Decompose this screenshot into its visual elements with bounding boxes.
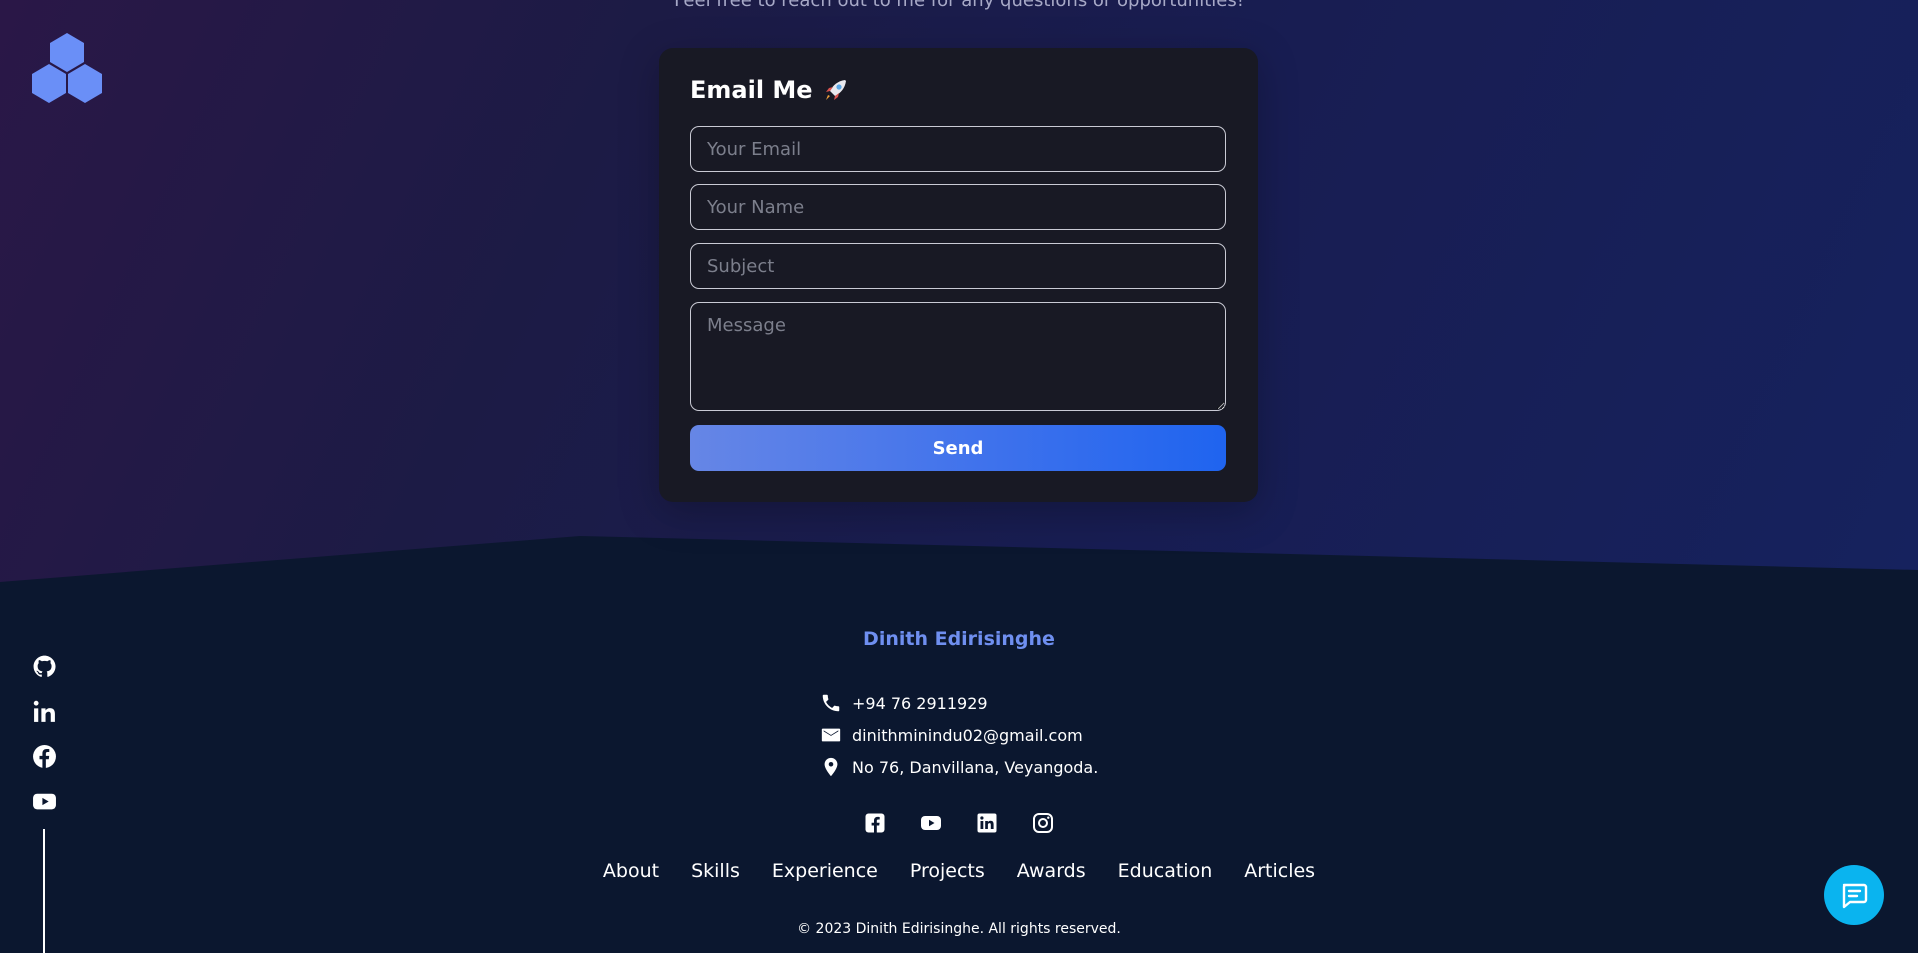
- location-pin-icon: [824, 757, 838, 777]
- footer-name: Dinith Edirisinghe: [863, 628, 1055, 650]
- contact-phone-text: +94 76 2911929: [852, 693, 988, 713]
- instagram-icon[interactable]: [1031, 811, 1055, 835]
- contact-intro-text: Feel free to reach out to me for any que…: [674, 0, 1244, 11]
- send-button[interactable]: Send: [690, 425, 1226, 471]
- contact-address-text: No 76, Danvillana, Veyangoda.: [852, 757, 1099, 777]
- message-field[interactable]: [690, 302, 1226, 411]
- email-form-title-text: Email Me: [690, 76, 813, 104]
- facebook-icon[interactable]: [32, 744, 57, 769]
- contact-email-text: dinithminindu02@gmail.com: [852, 725, 1083, 745]
- nav-link-skills[interactable]: Skills: [691, 860, 740, 882]
- contact-phone[interactable]: +94 76 2911929: [820, 692, 1098, 714]
- nav-link-education[interactable]: Education: [1118, 860, 1213, 882]
- chat-bubble-icon: [1842, 883, 1868, 909]
- footer-contact-list: +94 76 2911929 dinithminindu02@gmail.com…: [820, 692, 1098, 778]
- github-icon[interactable]: [32, 654, 57, 679]
- youtube-icon[interactable]: [919, 811, 943, 835]
- nav-link-articles[interactable]: Articles: [1244, 860, 1315, 882]
- mail-icon: [821, 728, 841, 742]
- linkedin-icon[interactable]: [975, 811, 999, 835]
- rocket-icon: [825, 80, 846, 100]
- copyright-text: © 2023 Dinith Edirisinghe. All rights re…: [797, 921, 1121, 937]
- email-form-title: Email Me: [690, 76, 849, 104]
- subject-field[interactable]: [690, 243, 1226, 289]
- email-field[interactable]: [690, 126, 1226, 172]
- nav-link-about[interactable]: About: [603, 860, 659, 882]
- chat-button[interactable]: [1824, 865, 1884, 925]
- linkedin-icon[interactable]: [32, 699, 57, 724]
- contact-email[interactable]: dinithminindu02@gmail.com: [820, 724, 1098, 746]
- facebook-icon[interactable]: [863, 811, 887, 835]
- contact-address: No 76, Danvillana, Veyangoda.: [820, 756, 1098, 778]
- footer-social-links: [0, 811, 1918, 835]
- name-field[interactable]: [690, 184, 1226, 230]
- email-form-card: Email Me Send: [659, 48, 1258, 502]
- side-social-bar: [31, 654, 57, 814]
- nav-link-experience[interactable]: Experience: [772, 860, 878, 882]
- nav-link-projects[interactable]: Projects: [910, 860, 985, 882]
- nav-link-awards[interactable]: Awards: [1017, 860, 1086, 882]
- phone-icon: [822, 694, 840, 712]
- hexagon-cluster-icon[interactable]: [30, 32, 104, 104]
- footer-nav: About Skills Experience Projects Awards …: [0, 860, 1918, 882]
